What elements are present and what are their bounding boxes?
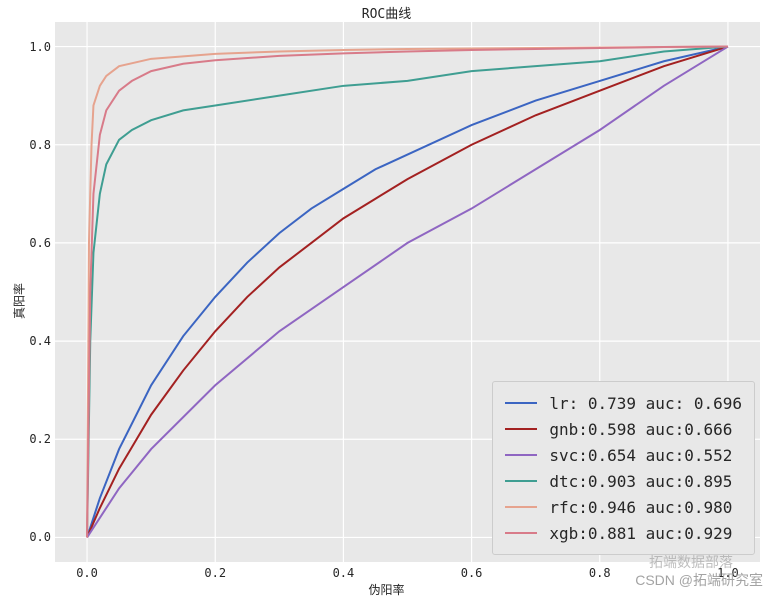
legend-item-xgb: xgb:0.881 auc:0.929 xyxy=(505,520,742,546)
legend-swatch xyxy=(505,480,537,482)
legend-label: gnb:0.598 auc:0.666 xyxy=(549,420,732,439)
legend-item-svc: svc:0.654 auc:0.552 xyxy=(505,442,742,468)
legend-swatch xyxy=(505,402,537,404)
x-tick-label: 0.4 xyxy=(333,566,355,580)
chart-title: ROC曲线 xyxy=(0,3,773,22)
legend-label: svc:0.654 auc:0.552 xyxy=(549,446,732,465)
legend-swatch xyxy=(505,506,537,508)
legend-label: xgb:0.881 auc:0.929 xyxy=(549,524,732,543)
y-tick-label: 1.0 xyxy=(11,40,51,54)
y-tick-label: 0.2 xyxy=(11,432,51,446)
x-tick-label: 0.8 xyxy=(589,566,611,580)
legend-item-gnb: gnb:0.598 auc:0.666 xyxy=(505,416,742,442)
legend-item-lr: lr: 0.739 auc: 0.696 xyxy=(505,390,742,416)
watermark-main: CSDN @拓端研究室 xyxy=(635,570,763,590)
legend-swatch xyxy=(505,454,537,456)
x-tick-label: 0.6 xyxy=(461,566,483,580)
y-tick-label: 0.8 xyxy=(11,138,51,152)
y-tick-label: 0.0 xyxy=(11,530,51,544)
legend: lr: 0.739 auc: 0.696 gnb:0.598 auc:0.666 s… xyxy=(492,381,755,555)
legend-swatch xyxy=(505,428,537,430)
y-tick-label: 0.4 xyxy=(11,334,51,348)
legend-item-rfc: rfc:0.946 auc:0.980 xyxy=(505,494,742,520)
x-tick-label: 0.0 xyxy=(76,566,98,580)
watermark-sub: 拓端数据部落 xyxy=(649,552,733,572)
legend-label: rfc:0.946 auc:0.980 xyxy=(549,498,732,517)
legend-label: lr: 0.739 auc: 0.696 xyxy=(549,394,742,413)
x-tick-label: 0.2 xyxy=(204,566,226,580)
y-axis-label: 真阳率 xyxy=(11,283,28,319)
legend-item-dtc: dtc:0.903 auc:0.895 xyxy=(505,468,742,494)
y-tick-label: 0.6 xyxy=(11,236,51,250)
legend-swatch xyxy=(505,532,537,534)
legend-label: dtc:0.903 auc:0.895 xyxy=(549,472,732,491)
